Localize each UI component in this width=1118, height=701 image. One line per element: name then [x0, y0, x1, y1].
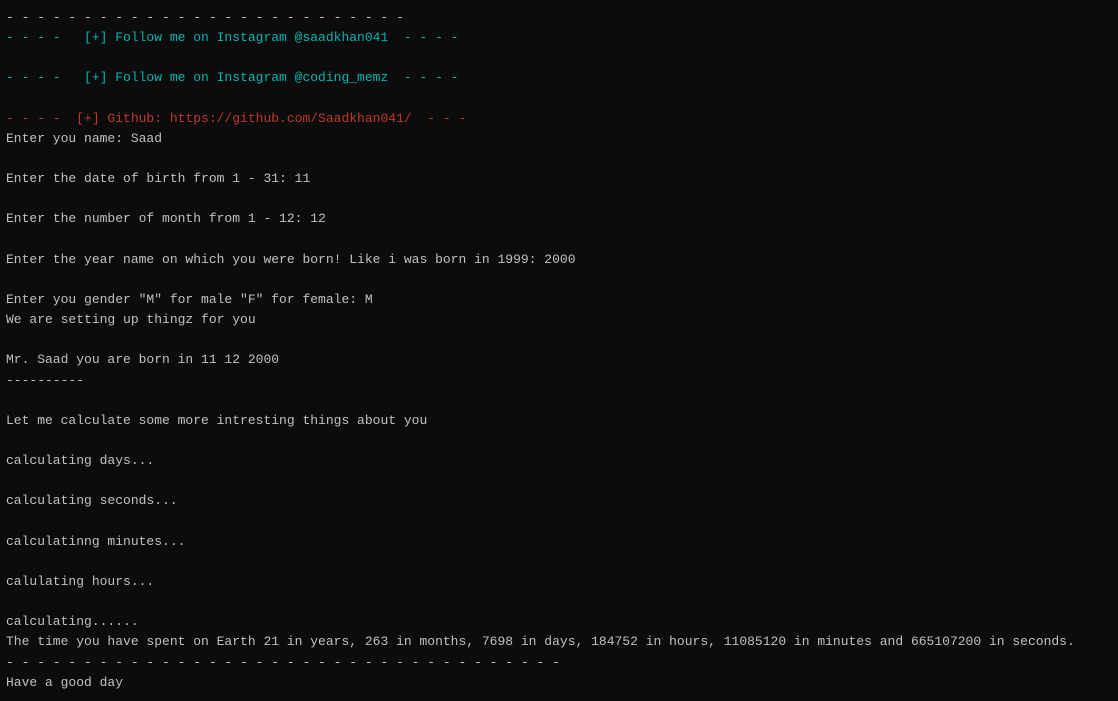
line-calc-seconds: calculating seconds... — [6, 491, 1112, 511]
line-blank-13 — [6, 592, 1112, 612]
line-blank-12 — [6, 552, 1112, 572]
line-enter-dob: Enter the date of birth from 1 - 31: 11 — [6, 169, 1112, 189]
terminal-window: - - - - - - - - - - - - - - - - - - - - … — [0, 0, 1118, 701]
line-github: - - - - [+] Github: https://github.com/S… — [6, 109, 1112, 129]
line-born-info: Mr. Saad you are born in 11 12 2000 — [6, 350, 1112, 370]
line-blank-10 — [6, 471, 1112, 491]
line-blank-3 — [6, 149, 1112, 169]
line-calc-minutes: calculatinng minutes... — [6, 532, 1112, 552]
line-setting-up: We are setting up thingz for you — [6, 310, 1112, 330]
line-blank-7 — [6, 330, 1112, 350]
line-enter-year: Enter the year name on which you were bo… — [6, 250, 1112, 270]
line-result: The time you have spent on Earth 21 in y… — [6, 632, 1112, 652]
line-calculate-intro: Let me calculate some more intresting th… — [6, 411, 1112, 431]
line-enter-month: Enter the number of month from 1 - 12: 1… — [6, 209, 1112, 229]
line-separator-2: - - - - - - - - - - - - - - - - - - - - … — [6, 653, 1112, 673]
line-enter-name: Enter you name: Saad — [6, 129, 1112, 149]
line-blank-1 — [6, 48, 1112, 68]
line-blank-11 — [6, 512, 1112, 532]
line-instagram-1: - - - - [+] Follow me on Instagram @saad… — [6, 28, 1112, 48]
line-instagram-2: - - - - [+] Follow me on Instagram @codi… — [6, 68, 1112, 88]
line-blank-8 — [6, 391, 1112, 411]
line-blank-4 — [6, 189, 1112, 209]
line-calc-days: calculating days... — [6, 451, 1112, 471]
line-blank-5 — [6, 230, 1112, 250]
line-separator-1: ---------- — [6, 371, 1112, 391]
line-goodbye: Have a good day — [6, 673, 1112, 693]
line-calculating-dots: calculating...... — [6, 612, 1112, 632]
line-enter-gender: Enter you gender "M" for male "F" for fe… — [6, 290, 1112, 310]
line-blank-9 — [6, 431, 1112, 451]
line-dashes-top: - - - - - - - - - - - - - - - - - - - - … — [6, 8, 1112, 28]
line-blank-6 — [6, 270, 1112, 290]
line-calc-hours: calulating hours... — [6, 572, 1112, 592]
line-blank-2 — [6, 89, 1112, 109]
